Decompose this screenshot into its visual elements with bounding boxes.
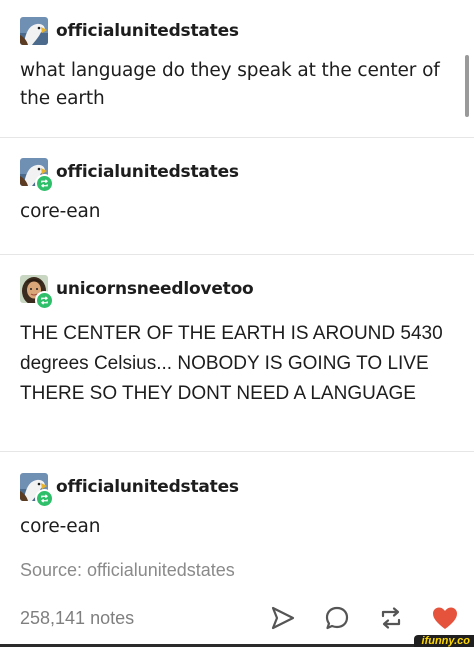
avatar[interactable] [20, 158, 54, 193]
entry-header: officialunitedstates [20, 156, 454, 193]
entry-header: unicornsneedlovetoo [20, 273, 454, 310]
post-footer: 258,141 notes [20, 600, 460, 636]
post-text: what language do they speak at the cente… [20, 60, 440, 109]
watermark-text: ifunny.co [421, 635, 470, 647]
scrollbar[interactable] [465, 55, 469, 117]
like-icon[interactable] [430, 603, 460, 633]
divider [0, 137, 474, 138]
username[interactable]: unicornsneedlovetoo [56, 279, 254, 299]
avatar[interactable] [20, 275, 54, 310]
divider [0, 254, 474, 255]
watermark: ifunny.co [413, 635, 474, 647]
avatar[interactable] [20, 473, 54, 508]
avatar[interactable] [20, 17, 48, 45]
username[interactable]: officialunitedstates [56, 477, 239, 497]
thread-entry: officialunitedstates what language do th… [20, 15, 454, 113]
reblog-icon[interactable] [376, 603, 406, 633]
username[interactable]: officialunitedstates [56, 21, 239, 41]
post-text: THE CENTER OF THE EARTH IS AROUND 5430 d… [20, 323, 443, 404]
post-text: core-ean [20, 516, 101, 537]
username[interactable]: officialunitedstates [56, 162, 239, 182]
eagle-avatar-icon [20, 17, 48, 45]
share-icon[interactable] [268, 603, 298, 633]
reply-icon[interactable] [322, 603, 352, 633]
post-text: core-ean [20, 201, 101, 222]
entry-header: officialunitedstates [20, 471, 454, 508]
reblog-badge-icon [35, 174, 54, 193]
entry-header: officialunitedstates [20, 15, 454, 47]
reblog-badge-icon [35, 489, 54, 508]
notes-count[interactable]: 258,141 notes [20, 608, 244, 629]
reblog-badge-icon [35, 291, 54, 310]
thread-entry: officialunitedstates core-ean [20, 471, 454, 541]
thread-entry: unicornsneedlovetoo THE CENTER OF THE EA… [20, 273, 454, 409]
divider [0, 451, 474, 452]
source-link[interactable]: Source: officialunitedstates [20, 560, 235, 581]
thread-entry: officialunitedstates core-ean [20, 156, 454, 226]
tumblr-post: officialunitedstates what language do th… [0, 0, 474, 647]
